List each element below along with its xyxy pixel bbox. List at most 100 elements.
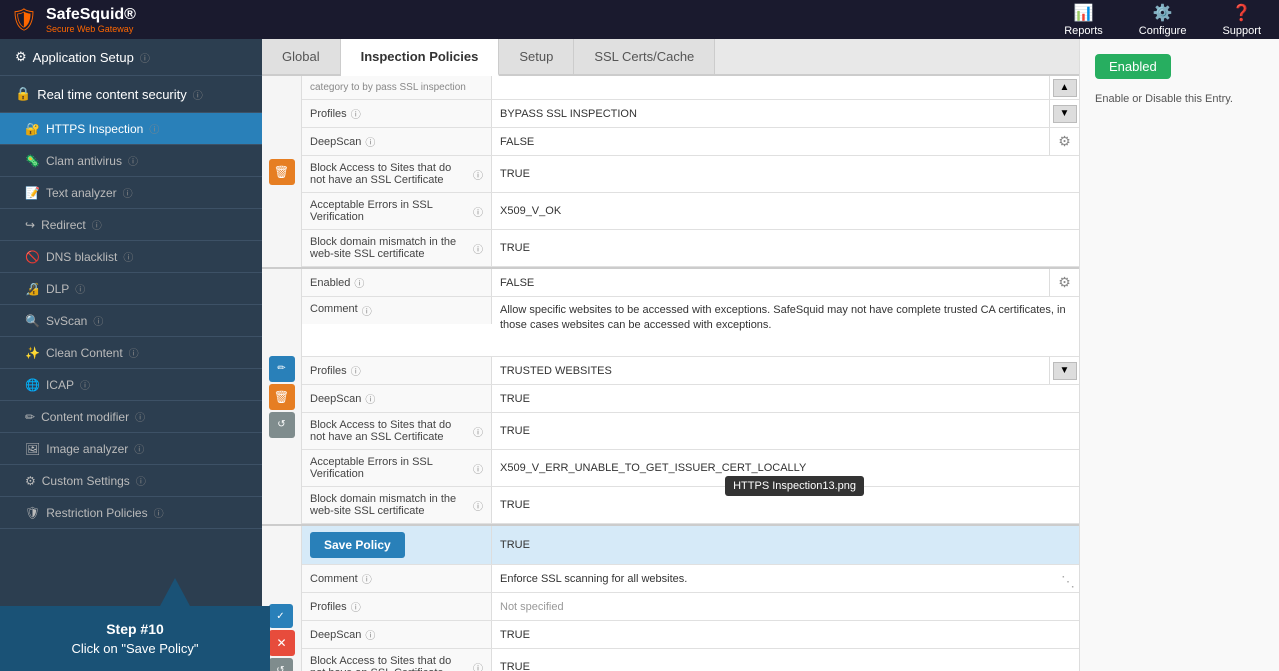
section3-actions: ✓ ✕ ↺ [266,601,298,671]
sidebar-item-restriction[interactable]: 🛡 Restriction Policies ⓘ [0,497,262,529]
dlp-icon: 🔏 [25,282,40,296]
sidebar-item-redirect[interactable]: ↪ Redirect ⓘ [0,209,262,241]
scroll-down-icon[interactable]: ▼ [1049,357,1079,384]
table-row: DeepScan ⓘ TRUE [302,621,1079,649]
table-row: DeepScan ⓘ FALSE ⚙ [302,128,1079,156]
info-icon[interactable]: ⓘ [123,185,133,200]
info-icon[interactable]: ⓘ [154,505,164,520]
header-nav: 📊 Reports ⚙️ Configure ❓ Support [1056,0,1269,41]
logo-text: SafeSquid® [46,6,136,23]
sidebar-item-image-analyzer[interactable]: 🖼 Image analyzer ⓘ [0,433,262,465]
edit-button-2[interactable]: ✏ [269,356,295,382]
nav-support[interactable]: ❓ Support [1214,0,1269,41]
row-value: Allow specific websites to be accessed w… [492,297,1079,340]
sidebar-item-content-modifier[interactable]: ✏ Content modifier ⓘ [0,401,262,433]
svscan-icon: 🔍 [25,314,40,328]
table-row: Profiles ⓘ Not specified [302,593,1079,621]
tab-inspection-policies[interactable]: Inspection Policies [341,39,500,76]
row-label: Enabled ⓘ [302,269,492,296]
restriction-icon: 🛡 [25,506,40,520]
logo-icon: 🛡 [10,7,38,33]
scroll-up-btn[interactable]: ▲ [1053,79,1077,97]
nav-reports[interactable]: 📊 Reports [1056,0,1111,41]
row-label: Profiles ⓘ [302,100,492,127]
settings-icon[interactable]: ⚙ [1049,128,1079,155]
info-icon[interactable]: ⓘ [365,134,375,149]
info-icon[interactable]: ⓘ [365,627,375,642]
delete-button-1[interactable]: 🗑 [269,159,295,185]
sidebar-item-text-analyzer[interactable]: 📝 Text analyzer ⓘ [0,177,262,209]
save-policy-value: TRUE [492,526,1079,564]
row-value: Enforce SSL scanning for all websites. ⋱ [492,565,1079,592]
dns-icon: 🚫 [25,250,40,264]
sidebar-item-clam[interactable]: 🦠 Clam antivirus ⓘ [0,145,262,177]
info-icon[interactable]: ⓘ [351,363,361,378]
table-scroll-area[interactable]: 🗑 category to by pass SSL inspection ▲ [262,76,1079,671]
enabled-badge: Enabled [1095,54,1171,79]
table-row: Block Access to Sites that do not have a… [302,156,1079,193]
row-label: DeepScan ⓘ [302,385,492,412]
info-icon[interactable]: ⓘ [351,106,361,121]
info-icon[interactable]: ⓘ [193,87,203,102]
delete-button-2[interactable]: 🗑 [269,384,295,410]
info-icon[interactable]: ⓘ [473,241,483,256]
table-row: Profiles ⓘ TRUSTED WEBSITES ▼ [302,357,1079,385]
info-icon[interactable]: ⓘ [136,473,146,488]
tab-global[interactable]: Global [262,39,341,74]
sidebar-item-svscan[interactable]: 🔍 SvScan ⓘ [0,305,262,337]
sidebar-item-realtime[interactable]: 🔒 Real time content security ⓘ [0,76,262,113]
tab-setup[interactable]: Setup [499,39,574,74]
clam-icon: 🦠 [25,154,40,168]
info-icon[interactable]: ⓘ [473,461,483,476]
info-icon[interactable]: ⓘ [75,281,85,296]
sidebar-item-label: Text analyzer [46,186,117,200]
info-icon[interactable]: ⓘ [80,377,90,392]
right-panel-description: Enable or Disable this Entry. [1095,91,1264,108]
reports-icon: 📊 [1074,3,1094,23]
info-icon[interactable]: ⓘ [135,409,145,424]
cancel-button-3[interactable]: ✕ [269,630,295,656]
info-icon[interactable]: ⓘ [128,153,138,168]
info-icon[interactable]: ⓘ [351,599,361,614]
scroll-up-icon[interactable]: ▲ [1049,76,1079,99]
info-icon[interactable]: ⓘ [365,391,375,406]
section-3: ✓ ✕ ↺ Save Policy TRUE [262,526,1079,671]
info-icon[interactable]: ⓘ [93,313,103,328]
scroll-down-icon[interactable]: ▼ [1049,100,1079,127]
table-row: Comment ⓘ Enforce SSL scanning for all w… [302,565,1079,593]
sidebar-item-application-setup[interactable]: ⚙ Application Setup ⓘ [0,39,262,76]
sidebar-item-dns-blacklist[interactable]: 🚫 DNS blacklist ⓘ [0,241,262,273]
info-icon[interactable]: ⓘ [123,249,133,264]
sidebar-item-https[interactable]: 🔐 HTTPS Inspection ⓘ [0,113,262,145]
save-policy-button[interactable]: Save Policy [310,532,405,558]
info-icon[interactable]: ⓘ [362,303,372,318]
sidebar-item-custom-settings[interactable]: ⚙ Custom Settings ⓘ [0,465,262,497]
info-icon[interactable]: ⓘ [473,498,483,513]
save-policy-check-button[interactable]: ✓ [269,604,293,628]
restore-button-2[interactable]: ↺ [269,412,295,438]
info-icon[interactable]: ⓘ [140,50,150,65]
info-icon[interactable]: ⓘ [473,167,483,182]
row-label: Acceptable Errors in SSL Verification ⓘ [302,193,492,229]
settings-icon[interactable]: ⚙ [1049,269,1079,296]
section1-actions: 🗑 [266,156,298,188]
info-icon[interactable]: ⓘ [149,121,159,136]
info-icon[interactable]: ⓘ [473,660,483,671]
info-icon[interactable]: ⓘ [92,217,102,232]
step-title: Step #10 [20,621,250,637]
info-icon[interactable]: ⓘ [134,441,144,456]
sidebar-item-icap[interactable]: 🌐 ICAP ⓘ [0,369,262,401]
clean-icon: ✨ [25,346,40,360]
info-icon[interactable]: ⓘ [354,275,364,290]
restore-button-3[interactable]: ↺ [269,658,293,671]
nav-configure[interactable]: ⚙️ Configure [1131,0,1195,41]
info-icon[interactable]: ⓘ [362,571,372,586]
sidebar-item-dlp[interactable]: 🔏 DLP ⓘ [0,273,262,305]
info-icon[interactable]: ⓘ [129,345,139,360]
info-icon[interactable]: ⓘ [473,424,483,439]
sidebar-item-clean-content[interactable]: ✨ Clean Content ⓘ [0,337,262,369]
tab-ssl-certs[interactable]: SSL Certs/Cache [574,39,715,74]
sidebar-item-label: Application Setup [33,50,134,65]
info-icon[interactable]: ⓘ [473,204,483,219]
scroll-down-btn[interactable]: ▼ [1053,105,1077,123]
